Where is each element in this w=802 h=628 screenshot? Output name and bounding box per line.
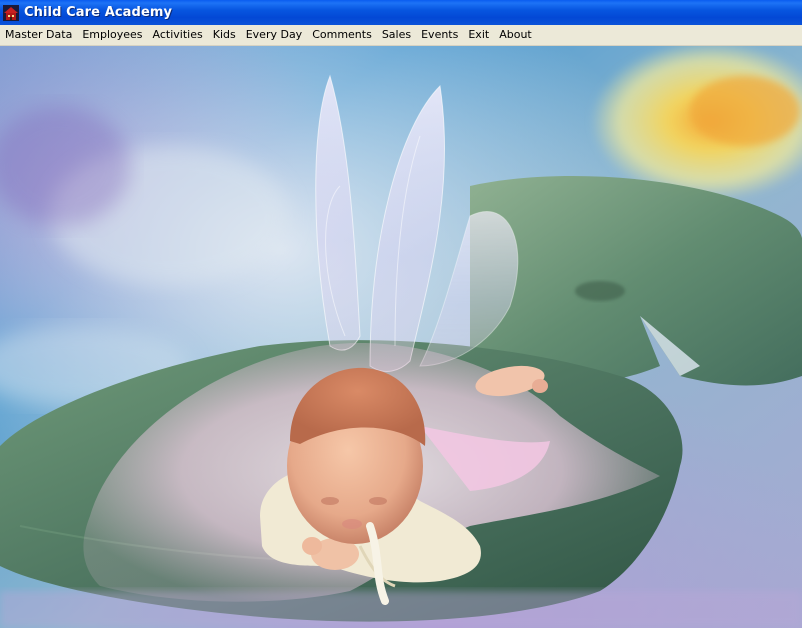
title-bar[interactable]: Child Care Academy xyxy=(0,0,802,25)
menu-activities[interactable]: Activities xyxy=(148,25,208,45)
window-title: Child Care Academy xyxy=(24,5,173,20)
app-house-icon[interactable] xyxy=(3,4,19,21)
fairy-baby-illustration xyxy=(0,46,802,628)
menu-comments[interactable]: Comments xyxy=(307,25,377,45)
menu-every-day[interactable]: Every Day xyxy=(241,25,307,45)
background-image xyxy=(0,46,802,628)
menu-sales[interactable]: Sales xyxy=(377,25,416,45)
menu-bar: Master Data Employees Activities Kids Ev… xyxy=(0,25,802,46)
menu-about[interactable]: About xyxy=(494,25,537,45)
menu-employees[interactable]: Employees xyxy=(77,25,147,45)
menu-master-data[interactable]: Master Data xyxy=(0,25,77,45)
menu-kids[interactable]: Kids xyxy=(208,25,241,45)
menu-exit[interactable]: Exit xyxy=(463,25,494,45)
app-window: Child Care Academy Master Data Employees… xyxy=(0,0,802,628)
menu-events[interactable]: Events xyxy=(416,25,463,45)
